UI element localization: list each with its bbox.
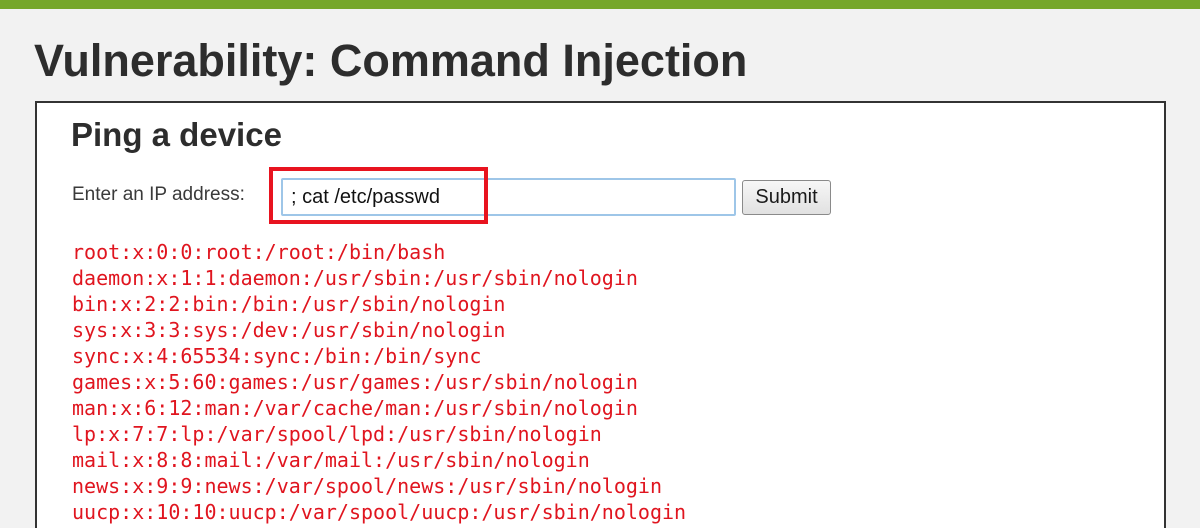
output-line: games:x:5:60:games:/usr/games:/usr/sbin/… — [72, 370, 638, 394]
section-title: Ping a device — [71, 116, 282, 153]
submit-button[interactable]: Submit — [742, 180, 831, 215]
output-line: bin:x:2:2:bin:/bin:/usr/sbin/nologin — [72, 292, 506, 316]
page-title: Vulnerability: Command Injection — [34, 35, 748, 86]
output-line: root:x:0:0:root:/root:/bin/bash — [72, 240, 446, 264]
command-output: root:x:0:0:root:/root:/bin/bash daemon:x:… — [72, 239, 686, 525]
output-line: sync:x:4:65534:sync:/bin:/bin/sync — [72, 344, 482, 368]
output-line: news:x:9:9:news:/var/spool/news:/usr/sbi… — [72, 474, 663, 498]
output-line: lp:x:7:7:lp:/var/spool/lpd:/usr/sbin/nol… — [72, 422, 602, 446]
ip-address-label: Enter an IP address: — [72, 184, 245, 205]
output-line: man:x:6:12:man:/var/cache/man:/usr/sbin/… — [72, 396, 638, 420]
output-line: daemon:x:1:1:daemon:/usr/sbin:/usr/sbin/… — [72, 266, 638, 290]
output-line: sys:x:3:3:sys:/dev:/usr/sbin/nologin — [72, 318, 506, 342]
ip-address-input[interactable] — [281, 178, 736, 216]
header-bar — [0, 0, 1200, 9]
output-line: mail:x:8:8:mail:/var/mail:/usr/sbin/nolo… — [72, 448, 590, 472]
output-line: uucp:x:10:10:uucp:/var/spool/uucp:/usr/s… — [72, 500, 687, 524]
